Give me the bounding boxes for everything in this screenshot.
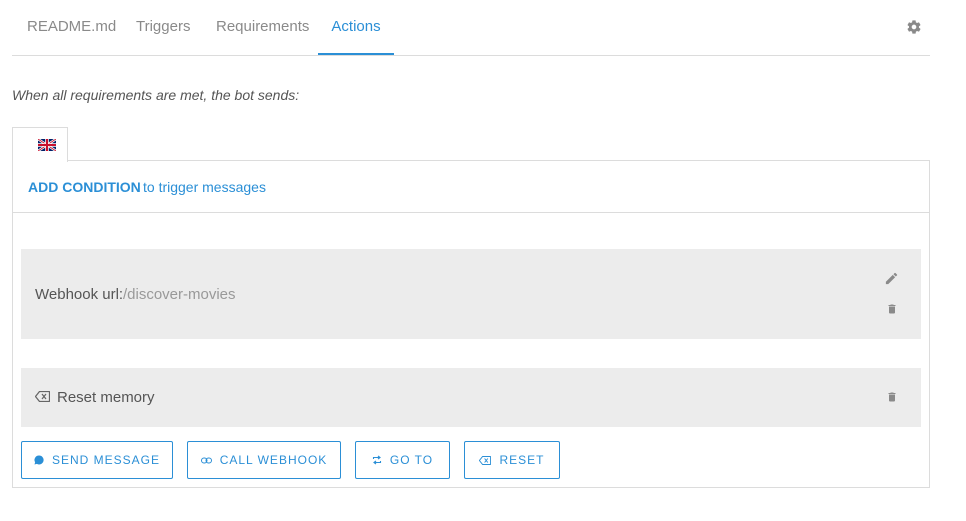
- actions-intro-text: When all requirements are met, the bot s…: [12, 87, 300, 103]
- send-message-button[interactable]: SEND MESSAGE: [21, 441, 173, 479]
- delete-trash-icon[interactable]: [886, 302, 898, 316]
- tab-bar: README.md Triggers Requirements Actions: [12, 0, 930, 56]
- webhook-url-label: Webhook url:: [35, 286, 124, 303]
- reset-memory-label: Reset memory: [57, 389, 155, 406]
- chat-bubble-icon: [34, 455, 44, 465]
- add-condition-link[interactable]: ADD CONDITION: [28, 179, 141, 195]
- tab-triggers[interactable]: Triggers: [136, 0, 190, 55]
- call-webhook-button[interactable]: CALL WEBHOOK: [187, 441, 341, 479]
- tab-requirements[interactable]: Requirements: [216, 0, 309, 55]
- backspace-clear-icon: [479, 455, 492, 465]
- actions-panel: ADD CONDITION to trigger messages Webhoo…: [12, 160, 930, 488]
- gear-icon[interactable]: [906, 19, 922, 35]
- webhook-action-block: Webhook url: /discover-movies: [21, 249, 921, 339]
- reset-button[interactable]: RESET: [464, 441, 560, 479]
- reset-memory-action-block: Reset memory: [21, 368, 921, 427]
- tab-readme[interactable]: README.md: [27, 0, 116, 55]
- edit-pencil-icon[interactable]: [884, 271, 899, 286]
- go-to-label: GO TO: [389, 453, 434, 467]
- webhook-url-value: /discover-movies: [123, 286, 236, 303]
- delete-trash-icon[interactable]: [886, 390, 898, 404]
- link-icon: [200, 457, 212, 463]
- uk-flag-icon: [38, 139, 56, 151]
- reset-label: RESET: [499, 453, 545, 467]
- redirect-arrows-icon: [372, 455, 381, 465]
- condition-row: ADD CONDITION to trigger messages: [13, 161, 929, 213]
- go-to-button[interactable]: GO TO: [355, 441, 450, 479]
- tab-actions[interactable]: Actions: [318, 0, 394, 55]
- send-message-label: SEND MESSAGE: [51, 453, 161, 467]
- call-webhook-label: CALL WEBHOOK: [219, 453, 328, 467]
- language-tab-en[interactable]: [12, 127, 68, 162]
- backspace-clear-icon: [35, 391, 50, 402]
- condition-hint: to trigger messages: [143, 179, 266, 195]
